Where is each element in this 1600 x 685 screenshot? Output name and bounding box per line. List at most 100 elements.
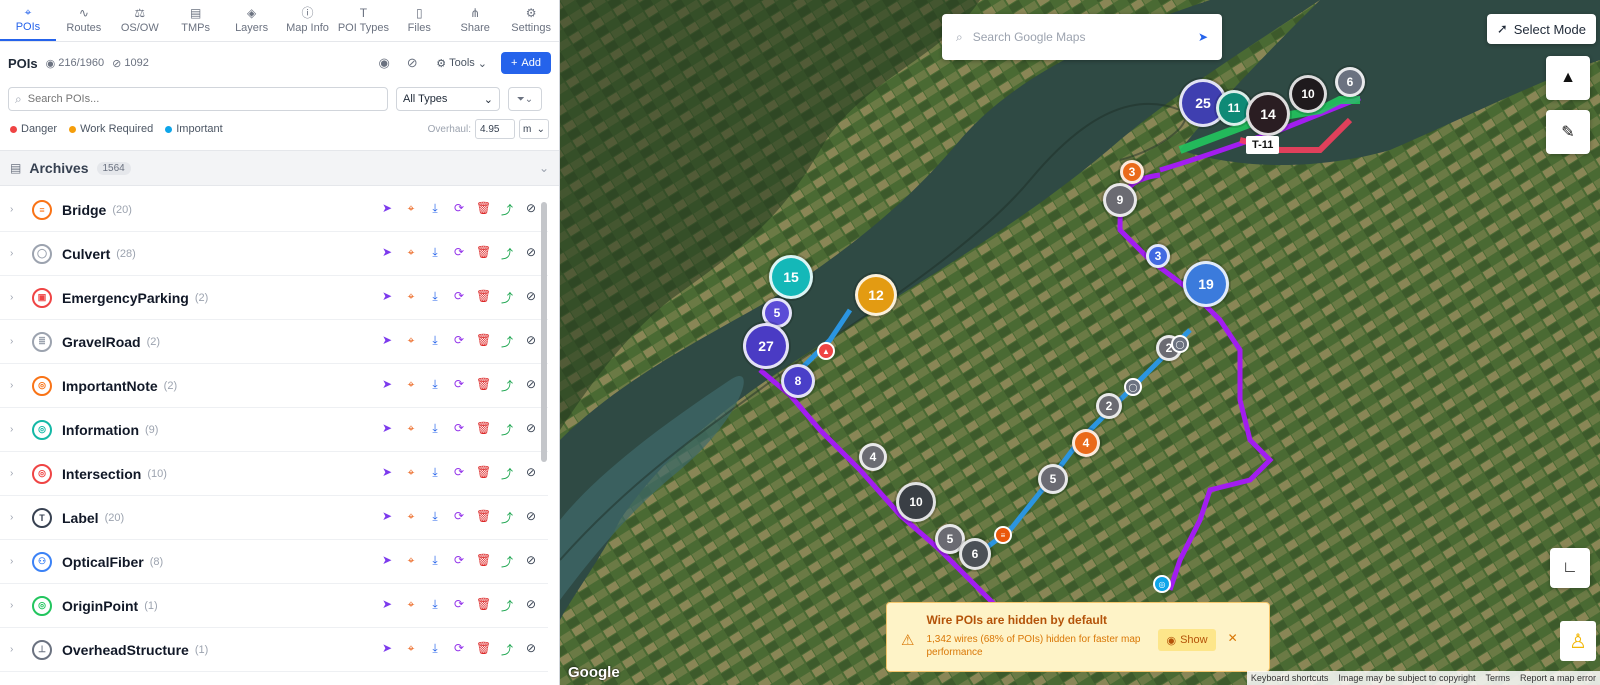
refresh-icon[interactable]: ⟳ bbox=[452, 201, 466, 218]
draw-button[interactable]: ✎ bbox=[1546, 110, 1590, 154]
eye-off-icon[interactable]: ⊘ bbox=[524, 289, 538, 306]
navigate-arrow-icon[interactable]: ➤ bbox=[1198, 30, 1208, 44]
navigate-icon[interactable]: ➤ bbox=[380, 289, 394, 306]
eye-off-icon[interactable]: ⊘ bbox=[524, 245, 538, 262]
add-button[interactable]: + Add bbox=[500, 52, 551, 74]
route-icon[interactable]: ⤴ bbox=[500, 289, 514, 306]
eye-off-icon[interactable]: ⊘ bbox=[524, 597, 538, 614]
trash-icon[interactable]: 🗑 bbox=[476, 553, 491, 570]
tab-files[interactable]: ▯ Files bbox=[391, 0, 447, 41]
trash-icon[interactable]: 🗑 bbox=[476, 201, 491, 218]
poi-cluster[interactable]: 8 bbox=[781, 364, 815, 398]
tab-poi-types[interactable]: T POI Types bbox=[335, 0, 391, 41]
map-pin-icon[interactable]: ⌖ bbox=[404, 465, 418, 482]
poi-type-row[interactable]: › ◎ OriginPoint (1) ➤ ⌖ ⤓ ⟳ 🗑 ⤴ ⊘ bbox=[0, 584, 548, 628]
download-icon[interactable]: ⤓ bbox=[428, 553, 442, 570]
map-canvas[interactable] bbox=[560, 0, 1600, 685]
trash-icon[interactable]: 🗑 bbox=[476, 421, 491, 438]
poi-cluster[interactable]: 5 bbox=[1038, 464, 1068, 494]
trash-icon[interactable]: 🗑 bbox=[476, 333, 491, 350]
map-pin-icon[interactable]: ⌖ bbox=[404, 641, 418, 658]
eye-off-icon[interactable]: ⊘ bbox=[524, 377, 538, 394]
poi-cluster[interactable]: 10 bbox=[896, 482, 936, 522]
map-pin-icon[interactable]: ⌖ bbox=[404, 509, 418, 526]
poi-marker-bridge[interactable]: ≡ bbox=[994, 526, 1012, 544]
poi-cluster[interactable]: 3 bbox=[1120, 160, 1144, 184]
download-icon[interactable]: ⤓ bbox=[428, 641, 442, 658]
north-arrow-button[interactable]: ▲ bbox=[1546, 56, 1590, 100]
poi-marker-culvert[interactable]: ◯ bbox=[1171, 335, 1189, 353]
close-icon[interactable]: ✕ bbox=[1228, 631, 1238, 661]
tab-share[interactable]: ⋔ Share bbox=[447, 0, 503, 41]
tools-dropdown[interactable]: ⚙ Tools ⌄ bbox=[430, 57, 493, 70]
download-icon[interactable]: ⤓ bbox=[428, 201, 442, 218]
download-icon[interactable]: ⤓ bbox=[428, 421, 442, 438]
refresh-icon[interactable]: ⟳ bbox=[452, 641, 466, 658]
chevron-right-icon[interactable]: › bbox=[10, 204, 22, 215]
chevron-right-icon[interactable]: › bbox=[10, 336, 22, 347]
tab-layers[interactable]: ◈ Layers bbox=[224, 0, 280, 41]
street-view-pegman[interactable]: ♙ bbox=[1560, 621, 1596, 661]
download-icon[interactable]: ⤓ bbox=[428, 377, 442, 394]
navigate-icon[interactable]: ➤ bbox=[380, 245, 394, 262]
show-all-eye-icon[interactable]: ◉ bbox=[374, 55, 394, 71]
poi-cluster[interactable]: 6 bbox=[959, 538, 991, 570]
download-icon[interactable]: ⤓ bbox=[428, 509, 442, 526]
tab-tmps[interactable]: ▤ TMPs bbox=[168, 0, 224, 41]
poi-type-row[interactable]: › ▣ EmergencyParking (2) ➤ ⌖ ⤓ ⟳ 🗑 ⤴ ⊘ bbox=[0, 276, 548, 320]
poi-search-input[interactable] bbox=[27, 93, 381, 105]
chevron-right-icon[interactable]: › bbox=[10, 600, 22, 611]
map-search-placeholder[interactable]: Search Google Maps bbox=[973, 30, 1188, 44]
poi-cluster[interactable]: 14 bbox=[1246, 92, 1290, 136]
refresh-icon[interactable]: ⟳ bbox=[452, 465, 466, 482]
map-pin-icon[interactable]: ⌖ bbox=[404, 553, 418, 570]
download-icon[interactable]: ⤓ bbox=[428, 333, 442, 350]
poi-type-row[interactable]: › ◎ ImportantNote (2) ➤ ⌖ ⤓ ⟳ 🗑 ⤴ ⊘ bbox=[0, 364, 548, 408]
refresh-icon[interactable]: ⟳ bbox=[452, 509, 466, 526]
poi-cluster[interactable]: 4 bbox=[1072, 429, 1100, 457]
legend-danger[interactable]: Danger bbox=[10, 123, 57, 135]
eye-off-icon[interactable]: ⊘ bbox=[524, 333, 538, 350]
chevron-right-icon[interactable]: › bbox=[10, 248, 22, 259]
unit-select[interactable]: m ⌄ bbox=[519, 119, 549, 139]
route-icon[interactable]: ⤴ bbox=[500, 333, 514, 350]
eye-off-icon[interactable]: ⊘ bbox=[524, 421, 538, 438]
refresh-icon[interactable]: ⟳ bbox=[452, 377, 466, 394]
map-search[interactable]: ⌕ Search Google Maps ➤ bbox=[942, 14, 1222, 60]
chevron-down-icon[interactable]: ⌄ bbox=[539, 161, 549, 175]
tab-pois[interactable]: ⌖ POIs bbox=[0, 0, 56, 41]
poi-type-row[interactable]: › ≣ GravelRoad (2) ➤ ⌖ ⤓ ⟳ 🗑 ⤴ ⊘ bbox=[0, 320, 548, 364]
archives-header[interactable]: ▤ Archives 1564 ⌄ bbox=[0, 150, 559, 186]
download-icon[interactable]: ⤓ bbox=[428, 465, 442, 482]
trash-icon[interactable]: 🗑 bbox=[476, 289, 491, 306]
poi-type-row[interactable]: › T Label (20) ➤ ⌖ ⤓ ⟳ 🗑 ⤴ ⊘ bbox=[0, 496, 548, 540]
chevron-right-icon[interactable]: › bbox=[10, 644, 22, 655]
filter-dropdown[interactable]: ⏷ ⌄ bbox=[508, 87, 542, 111]
navigate-icon[interactable]: ➤ bbox=[380, 421, 394, 438]
poi-cluster[interactable]: 2 bbox=[1096, 393, 1122, 419]
overhaul-input[interactable]: 4.95 bbox=[475, 119, 515, 139]
map-pin-icon[interactable]: ⌖ bbox=[404, 597, 418, 614]
poi-cluster[interactable]: 4 bbox=[859, 443, 887, 471]
download-icon[interactable]: ⤓ bbox=[428, 289, 442, 306]
map-pin-icon[interactable]: ⌖ bbox=[404, 289, 418, 306]
poi-cluster[interactable]: 10 bbox=[1289, 75, 1327, 113]
route-icon[interactable]: ⤴ bbox=[500, 245, 514, 262]
poi-search[interactable]: ⌕ bbox=[8, 87, 388, 111]
poi-cluster[interactable]: 6 bbox=[1335, 67, 1365, 97]
route-icon[interactable]: ⤴ bbox=[500, 597, 514, 614]
poi-marker-culvert[interactable]: ◯ bbox=[1124, 378, 1142, 396]
tab-routes[interactable]: ∿ Routes bbox=[56, 0, 112, 41]
navigate-icon[interactable]: ➤ bbox=[380, 597, 394, 614]
legend-important[interactable]: Important bbox=[165, 123, 223, 135]
poi-type-row[interactable]: › ◎ Information (9) ➤ ⌖ ⤓ ⟳ 🗑 ⤴ ⊘ bbox=[0, 408, 548, 452]
poi-type-row[interactable]: › ≡ Bridge (20) ➤ ⌖ ⤓ ⟳ 🗑 ⤴ ⊘ bbox=[0, 188, 548, 232]
scroll-thumb[interactable] bbox=[541, 202, 547, 462]
navigate-icon[interactable]: ➤ bbox=[380, 377, 394, 394]
refresh-icon[interactable]: ⟳ bbox=[452, 553, 466, 570]
list-scrollbar[interactable] bbox=[541, 190, 547, 660]
navigate-icon[interactable]: ➤ bbox=[380, 465, 394, 482]
report-error-link[interactable]: Report a map error bbox=[1520, 673, 1596, 683]
trash-icon[interactable]: 🗑 bbox=[476, 597, 491, 614]
eye-off-icon[interactable]: ⊘ bbox=[524, 201, 538, 218]
